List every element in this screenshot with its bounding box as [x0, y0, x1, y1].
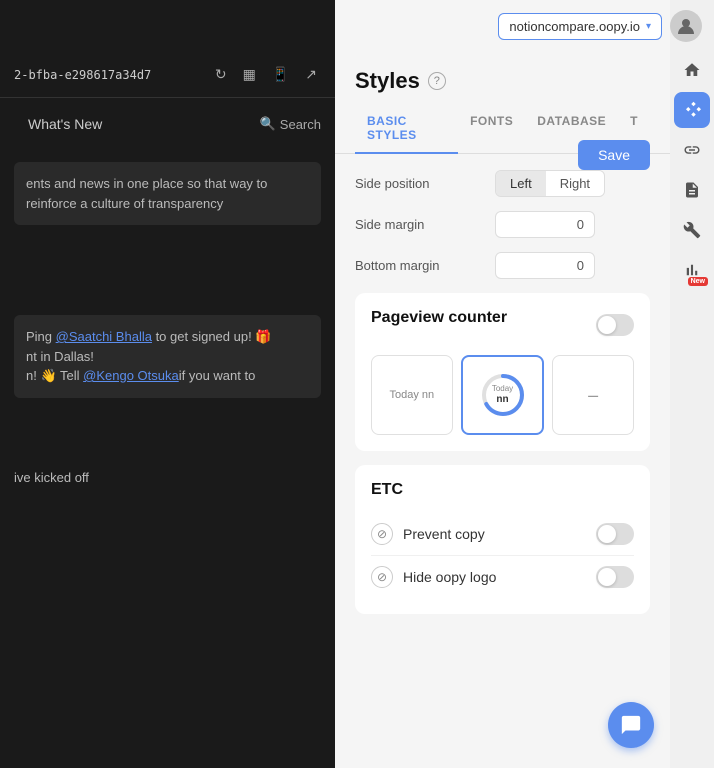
- expand-button[interactable]: ↗: [301, 64, 321, 85]
- side-position-row: Side position Left Right: [355, 170, 650, 197]
- prevent-copy-icon: ⊘: [371, 523, 393, 545]
- panel-id: 2-bfba-e298617a34d7: [14, 68, 151, 82]
- search-label: Search: [280, 117, 321, 132]
- side-position-toggle[interactable]: Left Right: [495, 170, 605, 197]
- refresh-button[interactable]: ↻: [211, 64, 231, 85]
- content-text-5: ive kicked off: [14, 468, 321, 488]
- prevent-copy-label: Prevent copy: [403, 526, 596, 542]
- content-area: Side position Left Right Side margin Bot…: [335, 154, 670, 768]
- etc-hide-logo-row: ⊘ Hide oopy logo: [371, 556, 634, 598]
- domain-label: notioncompare.oopy.io: [509, 19, 640, 34]
- top-bar: notioncompare.oopy.io ▾: [0, 0, 714, 52]
- content-pre-2: Ping: [26, 329, 56, 344]
- content-block-2: Ping @Saatchi Bhalla to get signed up! 🎁…: [14, 315, 321, 398]
- avatar[interactable]: [670, 10, 702, 42]
- tab-fonts[interactable]: FONTS: [458, 104, 525, 154]
- sidebar-link-button[interactable]: [674, 132, 710, 168]
- panel-header: 2-bfba-e298617a34d7 ↻ ▦ 📱 ↗: [0, 52, 335, 98]
- whats-new-label: What's New: [14, 108, 116, 140]
- save-button[interactable]: Save: [578, 140, 650, 170]
- content-pre-4: n! 👋 Tell: [26, 368, 83, 383]
- hide-logo-icon: ⊘: [371, 566, 393, 588]
- etc-title: ETC: [371, 481, 634, 499]
- mention-kengo[interactable]: @Kengo Otsuka: [83, 368, 179, 383]
- counter-card-ring[interactable]: Today nn: [461, 355, 545, 435]
- content-block-1: ents and news in one place so that way t…: [14, 162, 321, 225]
- counter-card-dash[interactable]: –: [552, 355, 634, 435]
- right-panel: Styles ? BASIC STYLES FONTS DATABASE T S…: [335, 0, 670, 768]
- prevent-copy-toggle[interactable]: [596, 523, 634, 545]
- counter-ring: Today nn: [480, 372, 526, 418]
- hide-logo-label: Hide oopy logo: [403, 569, 596, 585]
- sidebar-chart-button[interactable]: New: [674, 252, 710, 288]
- help-icon[interactable]: ?: [428, 72, 446, 90]
- left-panel: 2-bfba-e298617a34d7 ↻ ▦ 📱 ↗ What's New 🔍…: [0, 0, 335, 768]
- content-post-4: if you want to: [179, 368, 256, 383]
- bottom-margin-label: Bottom margin: [355, 258, 495, 273]
- hide-logo-toggle[interactable]: [596, 566, 634, 588]
- counter-card-text[interactable]: Today nn: [371, 355, 453, 435]
- counter-cards: Today nn Today nn: [371, 355, 634, 435]
- mention-saatchi[interactable]: @Saatchi Bhalla: [56, 329, 152, 344]
- pageview-counter-title: Pageview counter: [371, 309, 507, 327]
- side-position-left[interactable]: Left: [496, 171, 546, 196]
- sidebar-wrench-button[interactable]: [674, 212, 710, 248]
- grid-button[interactable]: ▦: [239, 64, 260, 85]
- etc-section: ETC ⊘ Prevent copy ⊘ Hide oopy logo: [355, 465, 650, 614]
- side-position-right[interactable]: Right: [546, 171, 604, 196]
- content-text-1: ents and news in one place so that way t…: [26, 176, 267, 211]
- side-margin-label: Side margin: [355, 217, 495, 232]
- panel-content: ents and news in one place so that way t…: [0, 150, 335, 499]
- side-position-label: Side position: [355, 176, 495, 191]
- device-button[interactable]: 📱: [268, 64, 293, 85]
- panel-search-area: What's New 🔍 Search: [0, 98, 335, 150]
- content-post-2: to get signed up! 🎁: [152, 329, 272, 344]
- search-icon: 🔍: [260, 116, 276, 132]
- chat-fab-button[interactable]: [608, 702, 654, 748]
- side-margin-row: Side margin: [355, 211, 650, 238]
- chevron-down-icon: ▾: [646, 21, 651, 32]
- sidebar-file-button[interactable]: [674, 172, 710, 208]
- counter-card-dash-label: –: [588, 385, 598, 406]
- panel-actions: ↻ ▦ 📱 ↗: [211, 64, 321, 85]
- etc-prevent-copy-row: ⊘ Prevent copy: [371, 513, 634, 556]
- sidebar-home-button[interactable]: [674, 52, 710, 88]
- domain-selector[interactable]: notioncompare.oopy.io ▾: [498, 13, 662, 40]
- tab-basic-styles[interactable]: BASIC STYLES: [355, 104, 458, 154]
- right-sidebar: New: [670, 0, 714, 768]
- page-title: Styles: [355, 68, 420, 94]
- pageview-counter-toggle[interactable]: [596, 314, 634, 336]
- chart-new-badge: New: [688, 277, 708, 286]
- counter-card-text-label: Today nn: [390, 389, 435, 401]
- styles-header: Styles ?: [335, 52, 670, 94]
- side-margin-input[interactable]: [495, 211, 595, 238]
- pageview-counter-section: Pageview counter Today nn To: [355, 293, 650, 451]
- bottom-margin-input[interactable]: [495, 252, 595, 279]
- content-text-3: nt in Dallas!: [26, 349, 94, 364]
- bottom-margin-row: Bottom margin: [355, 252, 650, 279]
- search-button[interactable]: 🔍 Search: [260, 116, 321, 132]
- sidebar-magic-button[interactable]: [674, 92, 710, 128]
